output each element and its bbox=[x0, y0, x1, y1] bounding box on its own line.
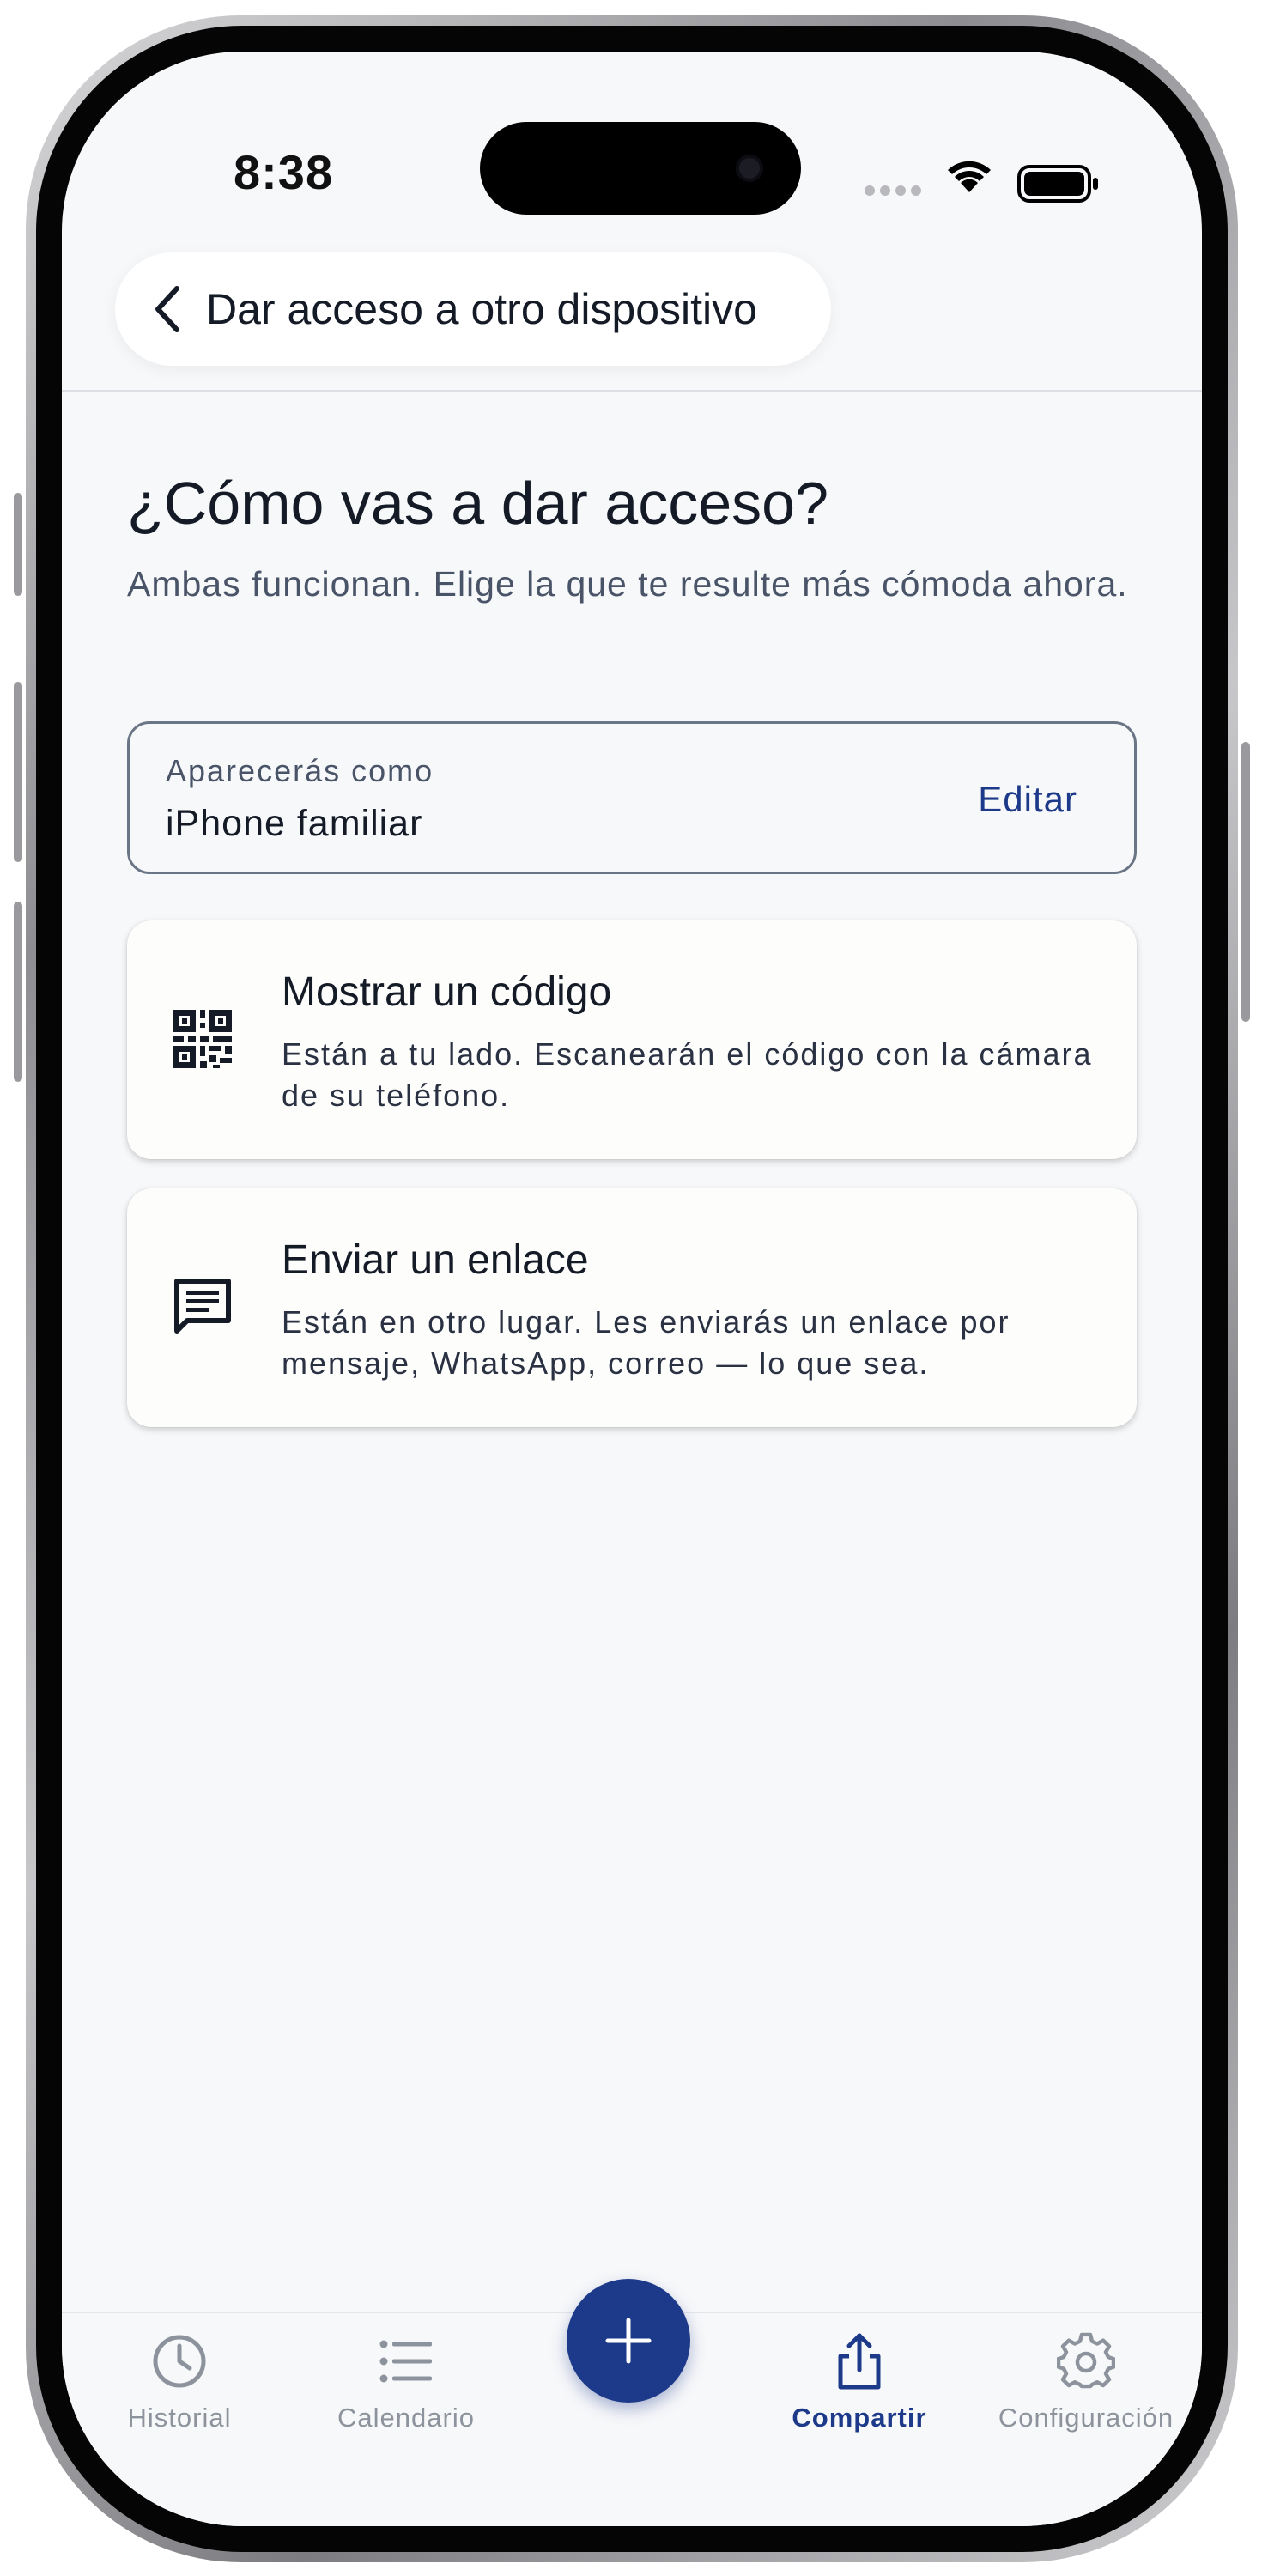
dynamic-island bbox=[480, 122, 801, 215]
share-icon bbox=[838, 2333, 881, 2390]
volume-up-button bbox=[14, 682, 22, 862]
screen: 8:38 Dar acceso a otro dispositivo ¿Cómo… bbox=[62, 52, 1202, 2526]
message-icon bbox=[174, 1279, 231, 1334]
tab-label: Compartir bbox=[792, 2403, 927, 2433]
device-name-label: Aparecerás como bbox=[166, 753, 434, 788]
section-subtext: Ambas funcionan. Elige la que te resulte… bbox=[127, 564, 1128, 604]
plus-icon bbox=[605, 2318, 652, 2364]
show-code-option[interactable]: Mostrar un código Están a tu lado. Escan… bbox=[127, 920, 1137, 1159]
battery-icon bbox=[1017, 165, 1098, 203]
section-heading: ¿Cómo vas a dar acceso? bbox=[127, 470, 829, 537]
page-title: Dar acceso a otro dispositivo bbox=[206, 285, 757, 333]
tab-label: Historial bbox=[127, 2403, 232, 2433]
phone-frame: 8:38 Dar acceso a otro dispositivo ¿Cómo… bbox=[14, 15, 1250, 2562]
tab-configuracion[interactable]: Configuración bbox=[983, 2332, 1189, 2433]
edit-name-button[interactable]: Editar bbox=[978, 779, 1077, 820]
back-button[interactable]: Dar acceso a otro dispositivo bbox=[115, 252, 831, 366]
power-button bbox=[1241, 742, 1250, 1022]
gear-icon bbox=[1057, 2332, 1115, 2389]
device-name-field: Aparecerás como iPhone familiar Editar bbox=[127, 721, 1137, 874]
header-divider bbox=[62, 390, 1202, 392]
option-title: Mostrar un código bbox=[282, 969, 612, 1015]
option-description: Están en otro lugar. Les enviarás un enl… bbox=[282, 1304, 1010, 1381]
option-description: Están a tu lado. Escanearán el código co… bbox=[282, 1036, 1093, 1113]
action-button bbox=[14, 493, 22, 596]
list-icon bbox=[379, 2340, 432, 2383]
tab-calendario[interactable]: Calendario bbox=[303, 2332, 509, 2433]
tab-compartir[interactable]: Compartir bbox=[756, 2332, 962, 2433]
option-title: Enviar un enlace bbox=[282, 1237, 589, 1283]
qr-code-icon bbox=[173, 1010, 232, 1068]
device-name-value: iPhone familiar bbox=[166, 803, 423, 844]
tab-label: Calendario bbox=[337, 2403, 475, 2433]
chevron-left-icon bbox=[155, 286, 179, 332]
tab-historial[interactable]: Historial bbox=[76, 2332, 282, 2433]
clock-icon bbox=[153, 2335, 206, 2388]
wifi-icon bbox=[948, 161, 991, 192]
add-button[interactable] bbox=[567, 2279, 690, 2403]
volume-down-button bbox=[14, 902, 22, 1082]
camera-icon bbox=[736, 155, 763, 182]
tab-label: Configuración bbox=[998, 2403, 1174, 2433]
status-time: 8:38 bbox=[234, 145, 334, 199]
cellular-signal-icon bbox=[865, 185, 925, 197]
send-link-option[interactable]: Enviar un enlace Están en otro lugar. Le… bbox=[127, 1188, 1137, 1427]
bezel: 8:38 Dar acceso a otro dispositivo ¿Cómo… bbox=[36, 26, 1228, 2552]
